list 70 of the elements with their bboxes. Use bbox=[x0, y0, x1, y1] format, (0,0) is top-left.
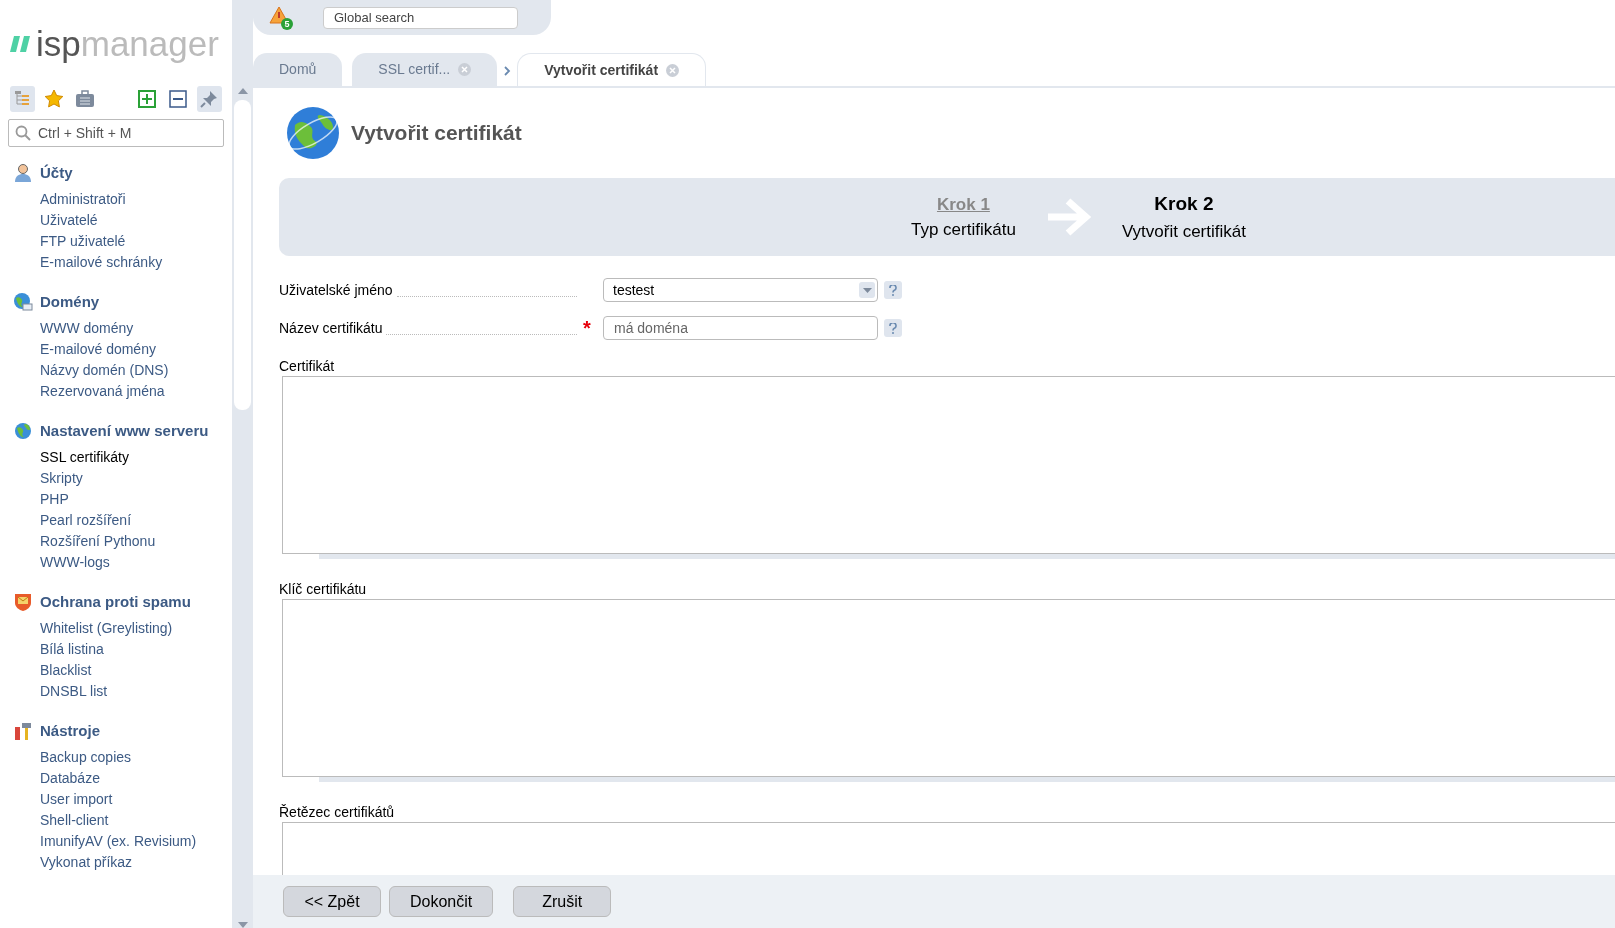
footer-button[interactable]: Dokončit bbox=[389, 886, 494, 917]
menu-item[interactable]: Blacklist bbox=[0, 660, 232, 681]
field-label: Řetězec certifikátů bbox=[279, 803, 396, 822]
chevron-right-icon bbox=[503, 65, 512, 76]
field-label: Certifikát bbox=[279, 357, 336, 376]
menu-item[interactable]: Databáze bbox=[0, 768, 232, 789]
arrow-right-icon bbox=[1045, 197, 1092, 237]
step-subtitle: Typ certifikátu bbox=[911, 219, 1016, 241]
menu-item[interactable]: Administratoři bbox=[0, 189, 232, 210]
menu-item[interactable]: Shell-client bbox=[0, 810, 232, 831]
close-icon[interactable] bbox=[458, 63, 472, 76]
tab[interactable]: Domů bbox=[253, 53, 343, 86]
section-heading[interactable]: Nastavení www serveru bbox=[40, 419, 209, 443]
menu-item[interactable]: WWW domény bbox=[0, 318, 232, 339]
shield-envelope-icon bbox=[13, 592, 33, 612]
user-select-dropdown[interactable]: testest bbox=[603, 278, 878, 302]
logo: ispmanager bbox=[10, 26, 219, 61]
scroll-down-icon[interactable] bbox=[237, 922, 248, 928]
globe-icon bbox=[13, 421, 33, 441]
logo-mark-icon bbox=[10, 35, 32, 52]
scroll-up-icon[interactable] bbox=[237, 88, 248, 94]
required-asterisk: * bbox=[582, 316, 592, 341]
page-title: Vytvořit certifikát bbox=[351, 120, 522, 147]
scroll-thumb[interactable] bbox=[234, 100, 251, 410]
tools-icon bbox=[13, 721, 33, 741]
menu-item[interactable]: Skripty bbox=[0, 468, 232, 489]
menu-item[interactable]: E-mailové schránky bbox=[0, 252, 232, 273]
globe-icon bbox=[285, 105, 341, 161]
menu-search-field[interactable]: Ctrl + Shift + M bbox=[8, 119, 224, 147]
global-search-field[interactable]: Global search bbox=[323, 6, 518, 29]
menu-item[interactable]: Rezervovaná jména bbox=[0, 381, 232, 402]
section-heading[interactable]: Účty bbox=[40, 161, 73, 185]
field-label: Název certifikátu bbox=[279, 318, 383, 338]
scrollbar[interactable] bbox=[234, 88, 251, 928]
globe-computer-icon bbox=[13, 292, 33, 312]
menu-item[interactable]: SSL certifikáty bbox=[0, 447, 232, 468]
help-icon[interactable] bbox=[884, 319, 902, 337]
menu-item[interactable]: WWW-logs bbox=[0, 552, 232, 573]
menu-item[interactable]: FTP uživatelé bbox=[0, 231, 232, 252]
tab[interactable]: Vytvořit certifikát bbox=[517, 53, 707, 86]
menu-item[interactable]: Bílá listina bbox=[0, 639, 232, 660]
section-heading[interactable]: Nástroje bbox=[40, 719, 101, 743]
step-title: Krok 2 bbox=[1154, 192, 1214, 216]
menu-item[interactable]: Rozšíření Pythonu bbox=[0, 531, 232, 552]
menu-item[interactable]: Backup copies bbox=[0, 747, 232, 768]
menu-item[interactable]: Pearl rozšíření bbox=[0, 510, 232, 531]
tree-list-icon[interactable] bbox=[10, 86, 36, 112]
step-subtitle: Vytvořit certifikát bbox=[1121, 220, 1246, 243]
menu-item[interactable]: E-mailové domény bbox=[0, 339, 232, 360]
text-input-field[interactable]: má doména bbox=[603, 316, 878, 340]
section-heading[interactable]: Ochrana proti spamu bbox=[40, 590, 191, 614]
field-label: Klíč certifikátu bbox=[279, 580, 368, 599]
menu-item[interactable]: PHP bbox=[0, 489, 232, 510]
menu-item[interactable]: Názvy domén (DNS) bbox=[0, 360, 232, 381]
search-icon bbox=[15, 125, 31, 141]
pin-icon[interactable] bbox=[196, 86, 222, 112]
field-label: Uživatelské jméno bbox=[279, 280, 393, 300]
footer-button[interactable]: << Zpět bbox=[283, 886, 381, 917]
footer-button[interactable]: Zrušit bbox=[513, 886, 612, 917]
help-icon[interactable] bbox=[884, 281, 902, 299]
menu-item[interactable]: Uživatelé bbox=[0, 210, 232, 231]
menu-item[interactable]: Vykonat příkaz bbox=[0, 852, 232, 873]
user-icon bbox=[13, 163, 33, 183]
menu-item[interactable]: Whitelist (Greylisting) bbox=[0, 618, 232, 639]
tab[interactable]: SSL certif... bbox=[352, 53, 498, 86]
close-icon[interactable] bbox=[666, 63, 680, 77]
menu-item[interactable]: DNSBL list bbox=[0, 681, 232, 702]
section-heading[interactable]: Domény bbox=[40, 290, 100, 314]
menu-item[interactable]: ImunifyAV (ex. Revisium) bbox=[0, 831, 232, 852]
menu-item[interactable]: User import bbox=[0, 789, 232, 810]
